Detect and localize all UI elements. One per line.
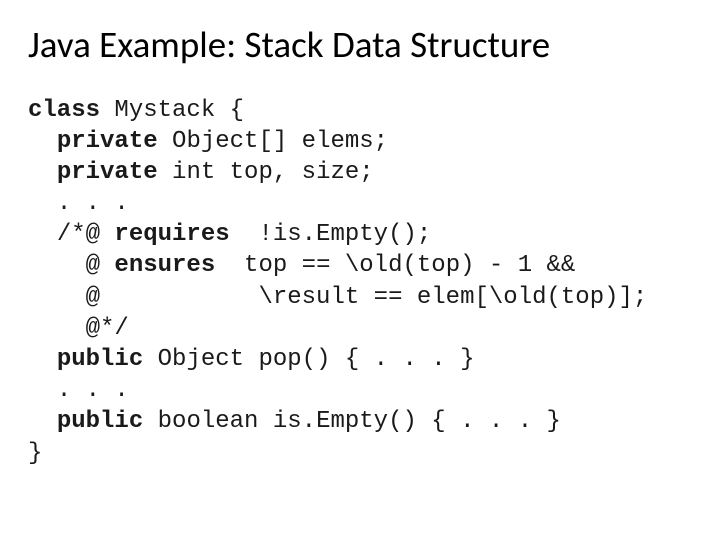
- keyword-private: private: [57, 128, 158, 155]
- keyword-public: public: [57, 346, 143, 373]
- code-text: }: [28, 440, 42, 467]
- code-text: boolean is.Empty() { . . . }: [143, 408, 561, 435]
- code-text: Object pop() { . . . }: [143, 346, 474, 373]
- code-text: @ \result == elem[\old(top)];: [57, 284, 648, 311]
- code-text: . . .: [57, 190, 129, 217]
- code-text: Mystack {: [100, 97, 244, 124]
- code-text: int top, size;: [158, 159, 374, 186]
- code-text: Object[] elems;: [158, 128, 388, 155]
- keyword-public: public: [57, 408, 143, 435]
- code-text: @*/: [57, 315, 129, 342]
- slide-title: Java Example: Stack Data Structure: [28, 24, 692, 67]
- code-text: @: [57, 252, 115, 279]
- keyword-requires: requires: [114, 221, 229, 248]
- code-text: . . .: [57, 377, 129, 404]
- slide: Java Example: Stack Data Structure class…: [0, 0, 720, 540]
- keyword-class: class: [28, 97, 100, 124]
- keyword-ensures: ensures: [114, 252, 215, 279]
- keyword-private: private: [57, 159, 158, 186]
- code-text: !is.Empty();: [230, 221, 432, 248]
- code-text: top == \old(top) - 1 &&: [215, 252, 575, 279]
- code-block: class Mystack { private Object[] elems; …: [28, 95, 692, 469]
- code-text: /*@: [57, 221, 115, 248]
